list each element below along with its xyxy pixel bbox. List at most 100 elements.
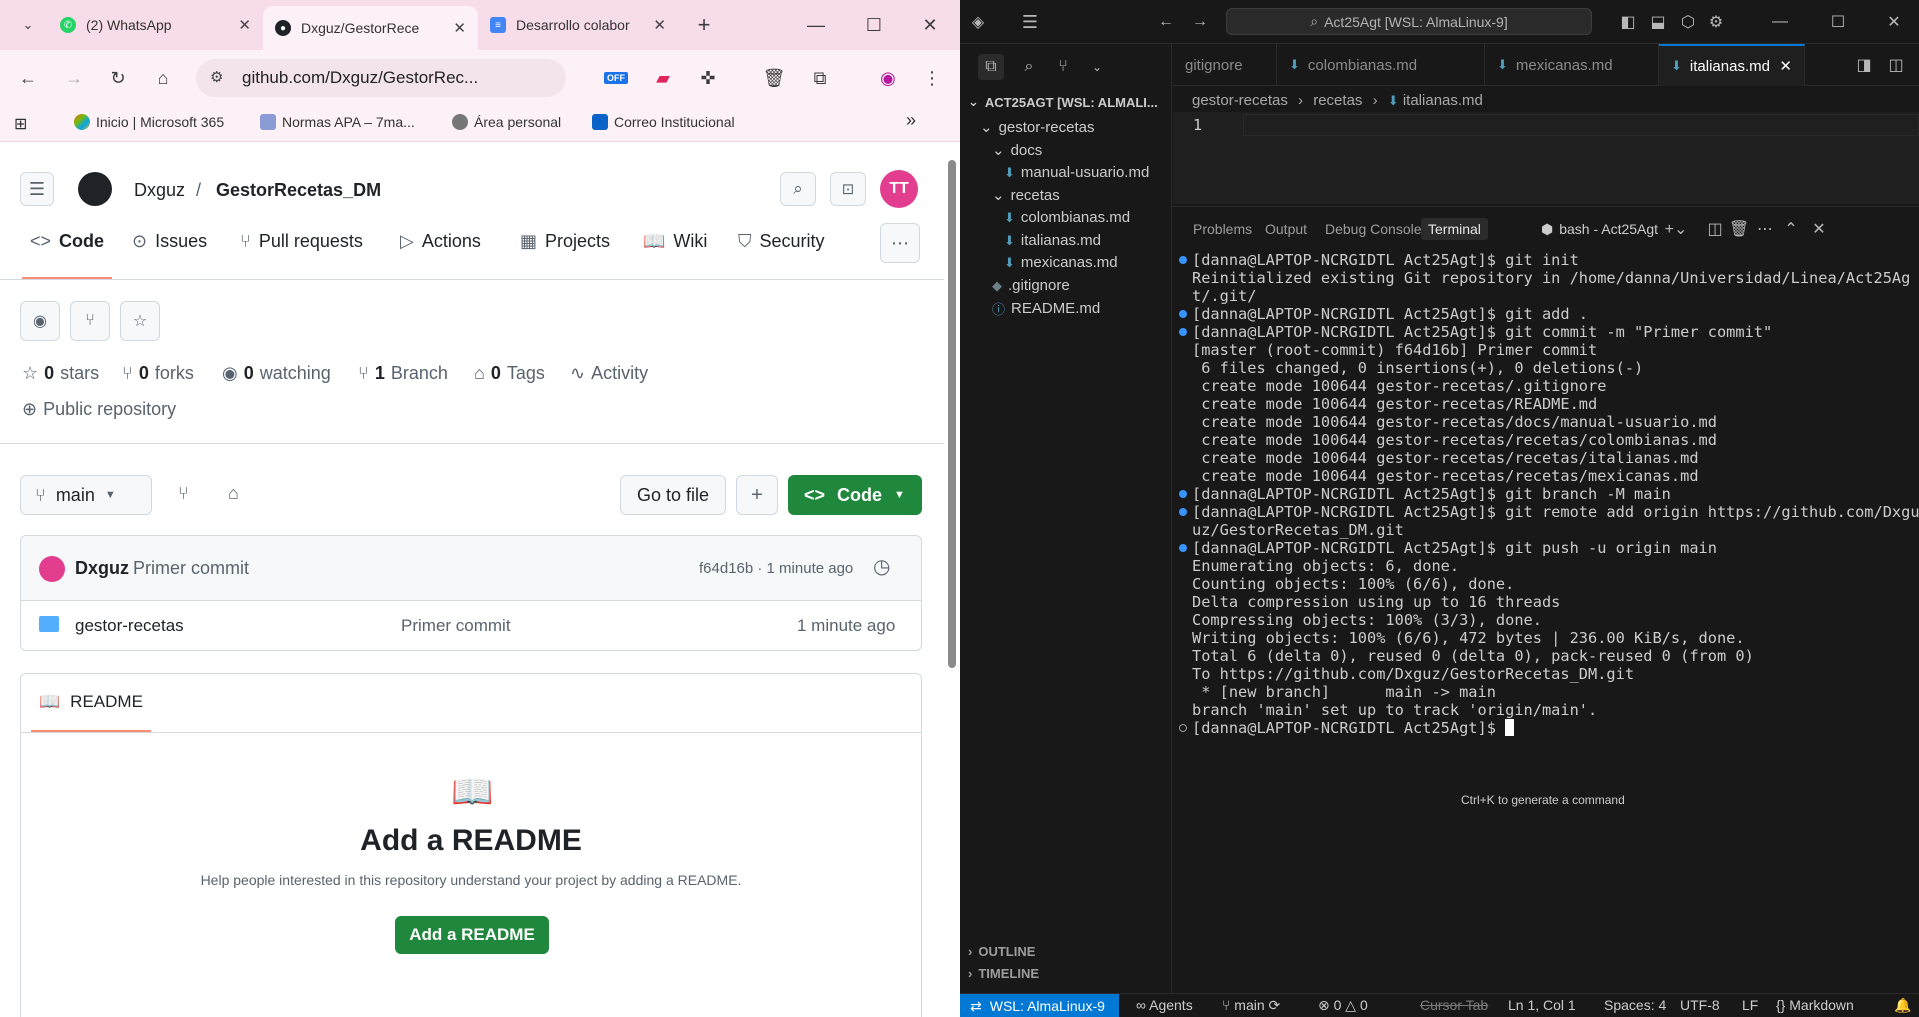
bookmark-area-personal[interactable]: Área personal [452, 114, 561, 130]
command-decoration-icon[interactable] [1179, 310, 1187, 318]
watching-stat[interactable]: ◉ 0 watching [222, 363, 331, 384]
close-window-icon[interactable]: ✕ [914, 9, 946, 41]
translate-icon[interactable]: ⧉ [804, 62, 836, 94]
bookmark-microsoft365[interactable]: Inicio | Microsoft 365 [74, 114, 224, 130]
command-decoration-icon[interactable] [1179, 256, 1187, 264]
timeline-section[interactable]: › TIMELINE [968, 966, 1039, 981]
add-readme-button[interactable]: Add a README [395, 916, 549, 954]
command-decoration-icon[interactable] [1179, 544, 1187, 552]
chevron-down-icon[interactable]: ⌄ [1084, 54, 1110, 80]
settings-gear-icon[interactable]: ⚙ [1704, 10, 1728, 34]
back-icon[interactable]: ← [12, 62, 44, 94]
close-tab-icon[interactable]: ✕ [653, 16, 666, 34]
terminal-selector[interactable]: ⬢ bash - Act25Agt [1541, 221, 1658, 238]
code-editor[interactable]: 1 [1173, 112, 1919, 204]
maximize-icon[interactable]: ☐ [1826, 10, 1850, 34]
reload-icon[interactable]: ↻ [102, 62, 134, 94]
commit-author[interactable]: Dxguz [75, 558, 129, 579]
search-icon[interactable]: ⌕ [780, 172, 816, 206]
file-name[interactable]: gestor-recetas [75, 616, 184, 636]
branch-stat[interactable]: ⑂ 1 Branch [358, 363, 448, 384]
stars-stat[interactable]: ☆ 0 stars [22, 363, 99, 384]
minimize-icon[interactable]: — [800, 9, 832, 41]
tab-problems[interactable]: Problems [1193, 221, 1252, 237]
file-commit-message[interactable]: Primer commit [401, 616, 511, 636]
terminal-prompt-line[interactable]: [danna@LAPTOP-NCRGIDTL Act25Agt]$ [1173, 719, 1903, 737]
hamburger-menu-icon[interactable]: ☰ [20, 172, 54, 206]
open-preview-icon[interactable]: ◨ [1853, 54, 1875, 76]
toggle-sidebar-icon[interactable]: ◧ [1616, 10, 1640, 34]
tab-code[interactable]: <> Code [30, 231, 104, 252]
tab-whatsapp[interactable]: ✆ (2) WhatsApp ✕ [48, 8, 263, 42]
kill-terminal-icon[interactable]: 🗑 [1729, 219, 1749, 239]
fork-icon[interactable]: ⑂ [70, 301, 110, 341]
page-scroll-thumb[interactable] [948, 160, 956, 668]
tree-file-italianas[interactable]: ⬇ italianas.md [1004, 232, 1101, 249]
code-button[interactable]: <> Code ▼ [788, 475, 922, 515]
forks-stat[interactable]: ⑂ 0 forks [122, 363, 194, 384]
outline-section[interactable]: › OUTLINE [968, 944, 1035, 959]
tree-file-readme[interactable]: ⓘ README.md [992, 299, 1100, 318]
tree-file-manual[interactable]: ⬇ manual-usuario.md [1004, 164, 1149, 181]
tab-wiki[interactable]: 📖 Wiki [643, 231, 707, 252]
command-decoration-icon[interactable] [1179, 490, 1187, 498]
command-decoration-icon[interactable] [1179, 508, 1187, 516]
tab-security[interactable]: ⛉ Security [738, 231, 825, 252]
home-icon[interactable]: ⌂ [147, 62, 179, 94]
extensions-puzzle-icon[interactable]: ✜ [692, 62, 724, 94]
new-tab-button[interactable]: + [688, 9, 720, 41]
tree-file-gitignore[interactable]: ◆ .gitignore [992, 277, 1070, 294]
tab-italianas[interactable]: ⬇ italianas.md ✕ [1659, 44, 1805, 86]
encoding-status[interactable]: UTF-8 [1680, 997, 1720, 1013]
language-status[interactable]: {} Markdown [1776, 997, 1854, 1013]
tree-file-colombianas[interactable]: ⬇ colombianas.md [1004, 209, 1130, 226]
close-panel-icon[interactable]: ✕ [1809, 219, 1829, 239]
problems-status[interactable]: ⊗ 0 △ 0 [1318, 997, 1368, 1014]
cursor-tab-status[interactable]: Cursor Tab [1420, 997, 1488, 1013]
maximize-icon[interactable]: ☐ [858, 9, 890, 41]
command-search-input[interactable]: ⌕ Act25Agt [WSL: AlmaLinux-9] [1226, 8, 1592, 35]
watch-eye-icon[interactable]: ◉ [20, 301, 60, 341]
source-control-icon[interactable]: ⑂ [1050, 54, 1076, 80]
readme-tab[interactable]: 📖 README [39, 692, 143, 712]
bookmark-apa[interactable]: Normas APA – 7ma... [260, 114, 415, 130]
eol-status[interactable]: LF [1742, 997, 1758, 1013]
split-editor-icon[interactable]: ◫ [1885, 54, 1907, 76]
add-file-button[interactable]: + [736, 475, 778, 515]
menu-dots-icon[interactable]: ⋮ [916, 62, 948, 94]
tab-debug-console[interactable]: Debug Console [1325, 221, 1422, 237]
tab-github[interactable]: ● Dxguz/GestorRece ✕ [263, 6, 478, 50]
star-icon[interactable]: ☆ [120, 301, 160, 341]
repo-name-link[interactable]: GestorRecetas_DM [216, 180, 381, 201]
site-info-icon[interactable]: ⚙ [210, 68, 223, 86]
bookmarks-overflow-icon[interactable]: » [906, 110, 916, 131]
close-window-icon[interactable]: ✕ [1882, 10, 1906, 34]
agent-cube-icon[interactable]: ⬡ [1676, 10, 1700, 34]
notifications-bell-icon[interactable]: 🔔 [1894, 997, 1911, 1014]
tags-stat[interactable]: ⌂ 0 Tags [474, 363, 545, 384]
tree-folder-docs[interactable]: ⌄ docs [992, 141, 1042, 160]
profile-icon[interactable]: ◉ [872, 62, 904, 94]
apps-grid-icon[interactable]: ⊞ [14, 114, 27, 134]
tab-output[interactable]: Output [1265, 221, 1307, 237]
indent-status[interactable]: Spaces: 4 [1604, 997, 1666, 1013]
new-terminal-icon[interactable]: +⌄ [1661, 219, 1691, 239]
trash-icon[interactable]: 🗑 [758, 62, 790, 94]
tab-gitignore[interactable]: gitignore [1173, 44, 1277, 86]
tab-colombianas[interactable]: ⬇ colombianas.md [1277, 44, 1485, 86]
command-decoration-icon[interactable] [1179, 328, 1187, 336]
forward-icon[interactable]: → [58, 62, 90, 94]
avatar[interactable]: TT [880, 170, 918, 208]
forward-icon[interactable]: → [1188, 10, 1212, 34]
close-tab-icon[interactable]: ✕ [453, 19, 466, 37]
search-icon[interactable]: ⌕ [1016, 54, 1042, 80]
explorer-icon[interactable]: ⧉ [978, 54, 1004, 80]
menu-icon[interactable]: ☰ [1018, 10, 1042, 34]
remote-indicator[interactable]: ⇄ WSL: AlmaLinux-9 [960, 994, 1119, 1017]
author-avatar[interactable] [39, 556, 65, 582]
tree-folder-recetas[interactable]: ⌄ recetas [992, 186, 1060, 205]
commit-message[interactable]: Primer commit [133, 558, 249, 579]
history-icon[interactable]: ◷ [873, 554, 890, 579]
inbox-icon[interactable]: ⊡ [830, 172, 866, 206]
tab-pull-requests[interactable]: ⑂ Pull requests [240, 231, 363, 252]
